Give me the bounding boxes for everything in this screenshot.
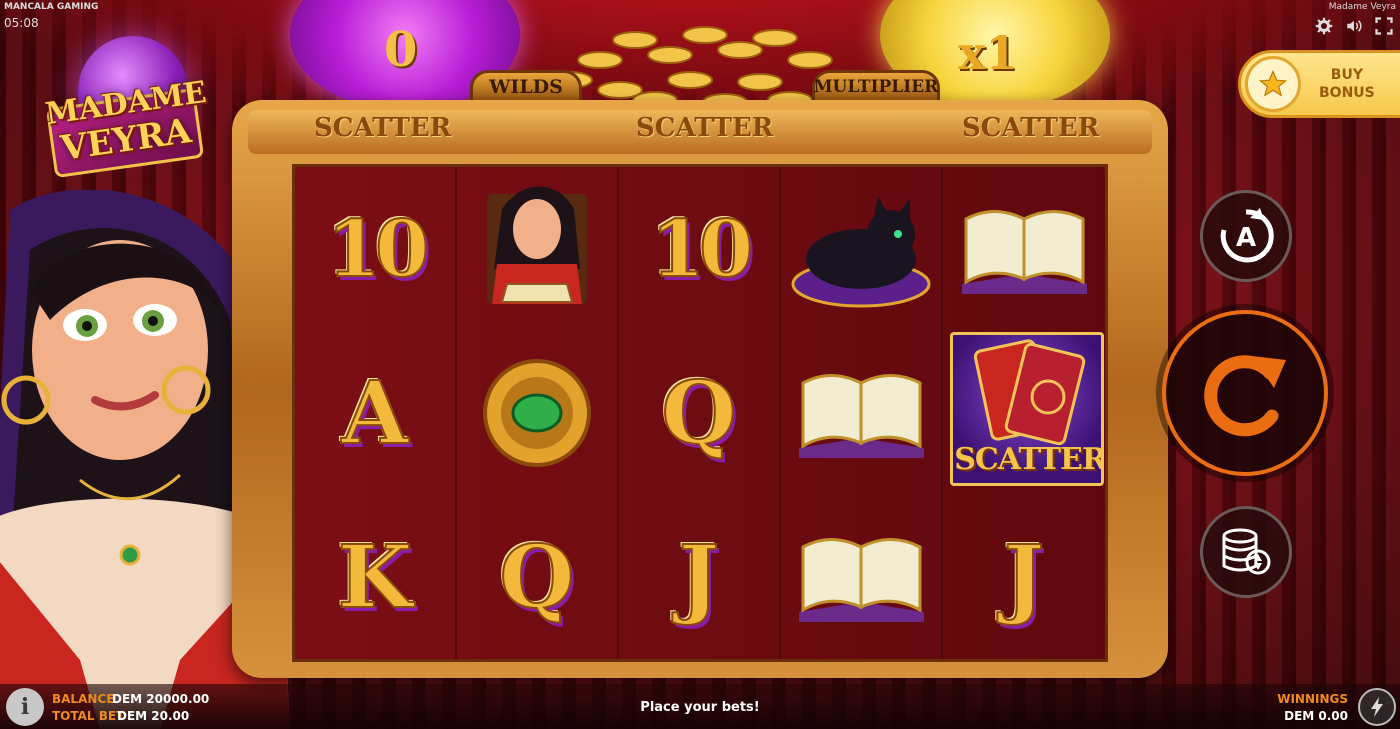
spin-button[interactable]: [1162, 310, 1328, 476]
frame-scatter-label-2: SCATTER: [636, 113, 774, 143]
symbol-ace: A: [341, 362, 410, 465]
spin-icon: [1204, 355, 1286, 437]
buy-bonus-line-2: BONUS: [1319, 85, 1375, 101]
spellbook-icon: [798, 374, 924, 458]
gear-icon[interactable]: [1314, 16, 1334, 36]
autoplay-letter: A: [1236, 223, 1256, 253]
winnings-value: DEM 0.00: [1284, 709, 1348, 723]
buy-bonus-label: BUY BONUS: [1319, 66, 1375, 102]
winnings-label: WINNINGS: [1277, 692, 1348, 706]
reel-cell: [781, 167, 943, 331]
frame-scatter-label-3: SCATTER: [962, 113, 1100, 143]
game-logo: MADAME VEYRA: [38, 36, 214, 179]
wilds-label: WILDS: [470, 70, 582, 104]
emerald-amulet-icon: [483, 359, 591, 467]
autoplay-icon: A: [1220, 208, 1274, 263]
reel-cell: [457, 331, 619, 495]
bet-button[interactable]: [1200, 506, 1292, 598]
reel-cell: [457, 167, 619, 331]
symbol-jack: J: [1003, 526, 1046, 629]
status-message: Place your bets!: [640, 700, 760, 715]
autoplay-button[interactable]: A: [1200, 190, 1292, 282]
spellbook-icon: [798, 538, 924, 622]
game-stage: MANCALA GAMING 05:08 Madame Veyra MADAME…: [0, 0, 1400, 729]
symbol-ten: 10: [650, 203, 755, 296]
reel-cell: J: [619, 495, 781, 659]
sound-icon[interactable]: [1344, 16, 1364, 36]
top-icon-bar: [1314, 16, 1394, 36]
reel-cell: [943, 167, 1105, 331]
star-icon: [1245, 56, 1301, 112]
provider-label: MANCALA GAMING: [4, 2, 99, 12]
scatter-symbol: SCATTER: [950, 332, 1104, 486]
game-title: Madame Veyra: [1328, 2, 1396, 12]
multiplier-label: MULTIPLIER: [812, 70, 940, 104]
fullscreen-icon[interactable]: [1374, 16, 1394, 36]
symbol-king: K: [337, 526, 414, 629]
reel-cell: 10: [619, 167, 781, 331]
reel-cell: 10: [295, 167, 457, 331]
reel-cell: Q: [619, 331, 781, 495]
buy-bonus-button[interactable]: BUY BONUS: [1238, 50, 1400, 118]
reel-cell: J: [943, 495, 1105, 659]
turbo-button[interactable]: [1358, 688, 1396, 726]
symbol-queen: Q: [661, 362, 738, 465]
scatter-symbol-label: SCATTER: [954, 442, 1104, 477]
wilds-counter: 0: [384, 22, 418, 78]
lightning-icon: [1371, 697, 1383, 717]
reel-cell: Q: [457, 495, 619, 659]
reel-cell: K: [295, 495, 457, 659]
symbol-queen: Q: [499, 526, 576, 629]
clock: 05:08: [4, 16, 39, 30]
reel-cell: [781, 495, 943, 659]
spellbook-icon: [961, 210, 1087, 294]
reel-cell: [781, 331, 943, 495]
madame-symbol-icon: [487, 186, 587, 304]
coin-stack-icon: [1222, 528, 1271, 575]
symbol-ten: 10: [326, 203, 431, 296]
symbol-jack: J: [678, 526, 721, 629]
frame-scatter-label-1: SCATTER: [314, 113, 452, 143]
buy-bonus-line-1: BUY: [1330, 67, 1363, 83]
black-cat-icon: [791, 196, 931, 308]
reel-cell: A: [295, 331, 457, 495]
multiplier-counter: x1: [958, 26, 1018, 80]
